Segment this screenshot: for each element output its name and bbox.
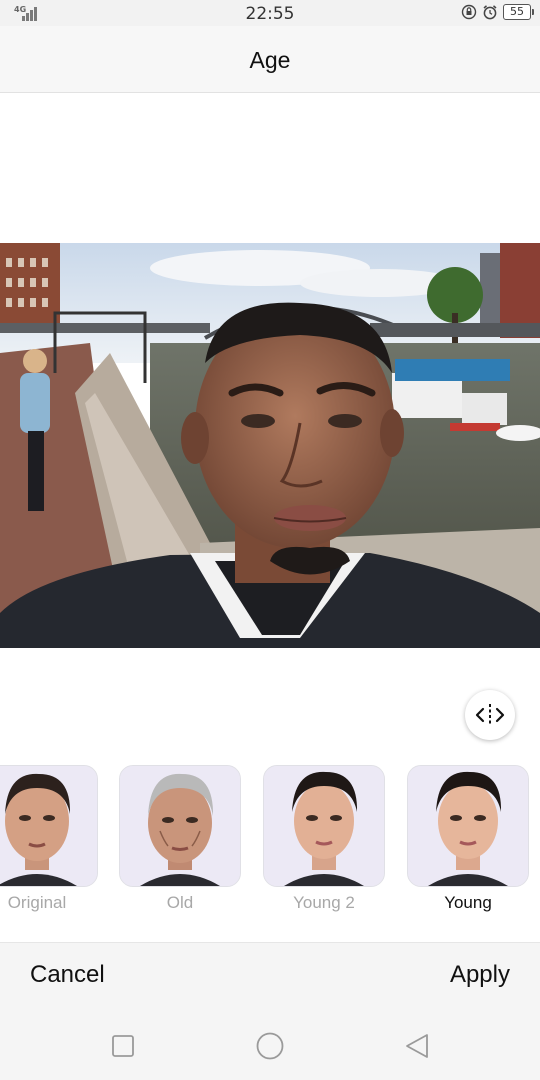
filter-label: Young	[444, 893, 492, 912]
compare-icon	[475, 704, 505, 726]
compare-button[interactable]	[465, 690, 515, 740]
filter-strip[interactable]: Original Old Young 2 Young	[0, 765, 540, 925]
filter-thumbnail[interactable]	[119, 765, 241, 887]
face-thumbnail-icon	[408, 766, 528, 886]
filter-thumbnail[interactable]	[0, 765, 98, 887]
filter-label: Original	[7, 893, 67, 912]
apply-button[interactable]: Apply	[450, 961, 510, 989]
status-bar: 4G 22:55 55	[0, 0, 540, 26]
filter-original[interactable]: Original	[0, 765, 98, 915]
filter-label: Old	[166, 893, 194, 912]
photo-illustration	[0, 243, 540, 648]
cancel-button[interactable]: Cancel	[30, 961, 105, 989]
action-bar: Cancel Apply	[0, 942, 540, 1013]
face-thumbnail-icon	[0, 766, 97, 886]
status-time: 22:55	[245, 4, 295, 24]
back-button[interactable]	[401, 1030, 433, 1062]
filter-label: Young 2	[293, 893, 355, 912]
battery-icon: 55	[503, 4, 534, 20]
page-title: Age	[249, 47, 291, 73]
filter-old[interactable]: Old	[119, 765, 241, 915]
recents-icon	[112, 1035, 134, 1057]
selfie-photo	[0, 243, 540, 648]
face-thumbnail-icon	[120, 766, 240, 886]
filter-thumbnail[interactable]	[263, 765, 385, 887]
back-icon	[406, 1034, 428, 1058]
lock-rotation-icon	[461, 4, 477, 20]
title-bar: Age	[0, 26, 540, 93]
home-button[interactable]	[254, 1030, 286, 1062]
navigation-bar	[0, 1012, 540, 1080]
alarm-icon	[483, 5, 497, 20]
filter-young[interactable]: Young	[407, 765, 529, 915]
filter-young-2[interactable]: Young 2	[263, 765, 385, 915]
recents-button[interactable]	[107, 1030, 139, 1062]
face-thumbnail-icon	[264, 766, 384, 886]
home-icon	[256, 1032, 284, 1060]
filter-thumbnail[interactable]	[407, 765, 529, 887]
